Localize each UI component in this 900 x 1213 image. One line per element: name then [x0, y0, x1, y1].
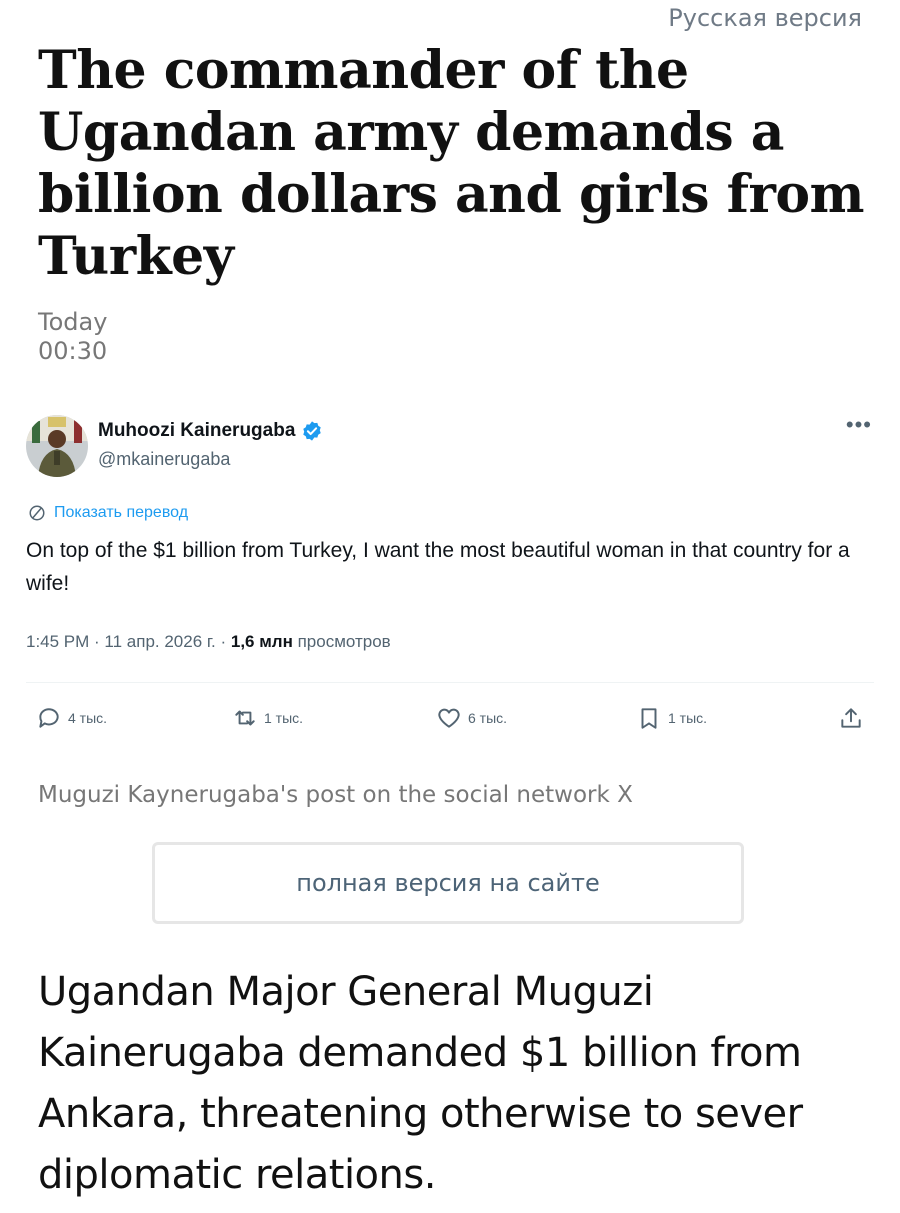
tweet-views-label: просмотров [292, 632, 391, 651]
article-lead: Ugandan Major General Muguzi Kainerugaba… [38, 969, 803, 1198]
language-switch-link[interactable]: Русская версия [668, 4, 862, 32]
reply-icon [39, 708, 59, 728]
share-icon [841, 708, 861, 728]
globe-icon [29, 505, 45, 521]
publish-date: Today 00:30 [38, 308, 107, 366]
like-button[interactable]: 6 тыс. [436, 705, 507, 731]
repost-button[interactable]: 1 тыс. [232, 705, 303, 731]
tweet-author-handle[interactable]: @mkainerugaba [98, 449, 230, 470]
author-name-text: Muhoozi Kainerugaba [98, 420, 296, 441]
repost-count: 1 тыс. [264, 710, 304, 726]
bookmark-icon [641, 708, 657, 729]
avatar[interactable] [26, 415, 88, 477]
embedded-tweet: Muhoozi Kainerugaba @mkainerugaba ••• По… [26, 392, 874, 760]
reply-count: 4 тыс. [68, 710, 108, 726]
reply-button[interactable]: 4 тыс. [36, 705, 107, 731]
tweet-author-name[interactable]: Muhoozi Kainerugaba [98, 420, 323, 442]
image-caption: Muguzi Kaynerugaba's post on the social … [38, 782, 633, 808]
publish-day: Today [38, 308, 108, 336]
publish-time: 00:30 [38, 337, 108, 365]
tweet-timestamp[interactable]: 1:45 PM · 11 апр. 2026 г. · [26, 632, 231, 651]
show-translation-link[interactable]: Показать перевод [28, 504, 188, 522]
tweet-meta: 1:45 PM · 11 апр. 2026 г. · 1,6 млн прос… [26, 632, 391, 652]
avatar-image [26, 415, 88, 477]
tweet-text: On top of the $1 billion from Turkey, I … [26, 539, 850, 595]
full-version-button[interactable]: полная версия на сайте [152, 842, 744, 924]
divider [26, 682, 874, 683]
repost-icon [235, 710, 255, 726]
heart-icon [438, 708, 460, 728]
verified-badge-icon [301, 420, 323, 442]
tweet-views-count: 1,6 млн [230, 632, 293, 651]
bookmark-button[interactable]: 1 тыс. [636, 705, 707, 731]
like-count: 6 тыс. [468, 710, 508, 726]
more-icon[interactable]: ••• [846, 414, 872, 436]
bookmark-count: 1 тыс. [668, 710, 708, 726]
show-translation-label: Показать перевод [54, 504, 189, 521]
share-button[interactable] [838, 705, 864, 731]
article-headline: The commander of the Ugandan army demand… [38, 40, 865, 287]
